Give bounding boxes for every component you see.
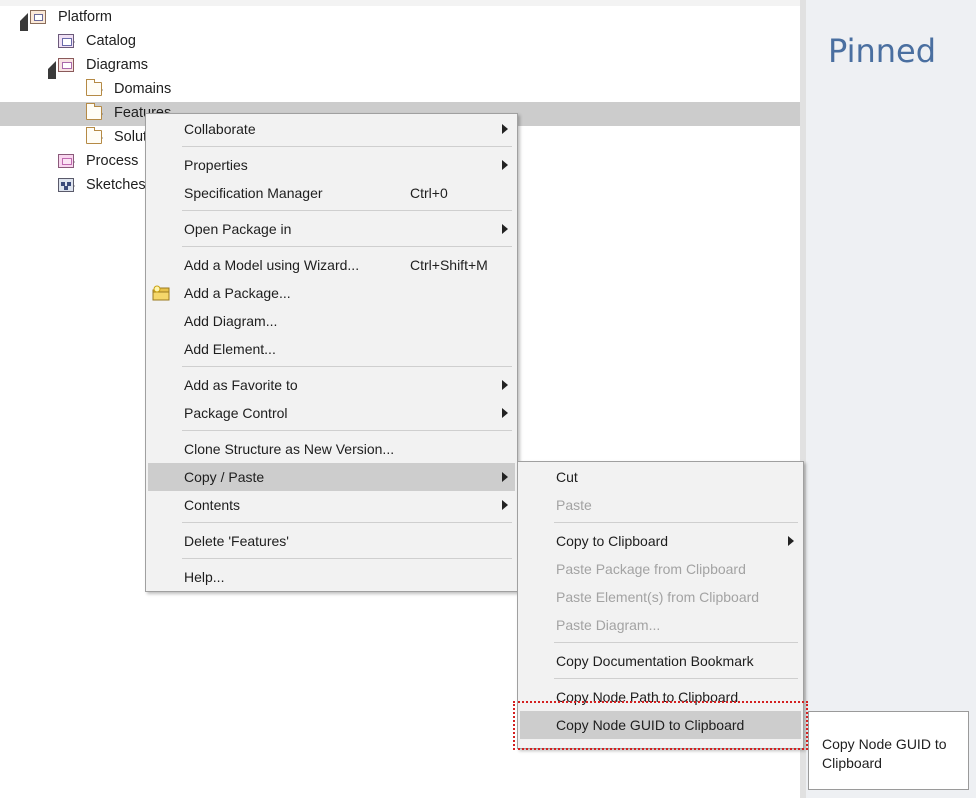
menu-item-contents[interactable]: Contents — [148, 491, 515, 519]
tree-item-diagrams[interactable]: Diagrams — [0, 54, 800, 79]
menu-item-properties[interactable]: Properties — [148, 151, 515, 179]
tooltip: Copy Node GUID to Clipboard — [808, 711, 969, 790]
process-package-icon — [58, 154, 74, 168]
menu-separator — [182, 558, 512, 559]
submenu-arrow-icon — [502, 160, 508, 170]
submenu-arrow-icon — [502, 124, 508, 134]
menu-item-cut[interactable]: Cut — [520, 463, 801, 491]
menu-item-label: Properties — [184, 157, 248, 173]
menu-item-label: Add as Favorite to — [184, 377, 298, 393]
menu-item-label: Add Element... — [184, 341, 276, 357]
tree-item-label: Catalog — [86, 33, 136, 49]
menu-item-label: Add a Model using Wizard... — [184, 257, 360, 273]
folder-icon — [86, 79, 102, 96]
menu-item-label: Package Control — [184, 405, 288, 421]
menu-separator — [182, 430, 512, 431]
menu-item-copy-to-clipboard[interactable]: Copy to Clipboard — [520, 527, 801, 555]
menu-item-add-a-package[interactable]: Add a Package... — [148, 279, 515, 307]
tree-item-label: Diagrams — [86, 57, 149, 73]
menu-separator — [182, 146, 512, 147]
menu-item-label: Add Diagram... — [184, 313, 278, 329]
pinned-title: Pinned — [828, 32, 937, 70]
menu-item-package-control[interactable]: Package Control — [148, 399, 515, 427]
menu-separator — [182, 210, 512, 211]
menu-item-paste-package-from-clipboard: Paste Package from Clipboard — [520, 555, 801, 583]
menu-separator — [182, 246, 512, 247]
tree-item-label: Process — [86, 153, 139, 169]
expanded-twisty-icon[interactable] — [40, 61, 56, 79]
menu-item-label: Copy / Paste — [184, 469, 265, 485]
menu-separator — [554, 678, 798, 679]
menu-item-add-diagram[interactable]: Add Diagram... — [148, 307, 515, 335]
tree-item-label: Domains — [114, 81, 172, 97]
menu-item-label: Specification Manager — [184, 185, 323, 201]
menu-item-label: Collaborate — [184, 121, 256, 137]
menu-item-shortcut: Ctrl+Shift+M — [410, 257, 488, 273]
submenu-arrow-icon — [502, 500, 508, 510]
menu-separator — [182, 366, 512, 367]
package-icon — [30, 10, 46, 24]
menu-item-collaborate[interactable]: Collaborate — [148, 115, 515, 143]
folder-icon — [86, 127, 102, 144]
menu-item-label: Add a Package... — [184, 285, 291, 301]
menu-item-label: Paste Element(s) from Clipboard — [556, 589, 760, 605]
context-menu: Collaborate Properties Specification Manag… — [145, 113, 518, 592]
menu-separator — [182, 522, 512, 523]
submenu-arrow-icon — [788, 536, 794, 546]
menu-item-paste: Paste — [520, 491, 801, 519]
tooltip-text: Copy Node GUID to Clipboard — [822, 736, 947, 771]
pinned-pane: Pinned — [806, 0, 976, 798]
menu-item-help[interactable]: Help... — [148, 563, 515, 591]
highlight-outline — [513, 701, 808, 750]
submenu-arrow-icon — [502, 472, 508, 482]
menu-item-shortcut: Ctrl+0 — [410, 185, 448, 201]
menu-item-copy-paste[interactable]: Copy / Paste — [148, 463, 515, 491]
menu-item-label: Paste Diagram... — [556, 617, 661, 633]
submenu-arrow-icon — [502, 380, 508, 390]
catalog-package-icon — [58, 34, 74, 48]
menu-item-delete-features[interactable]: Delete 'Features' — [148, 527, 515, 555]
tree-item-label: Sketches — [86, 177, 146, 193]
menu-item-open-package-in[interactable]: Open Package in — [148, 215, 515, 243]
tree-item-platform[interactable]: Platform — [0, 6, 800, 31]
menu-item-label: Open Package in — [184, 221, 292, 237]
menu-item-add-a-model-using-wizard[interactable]: Add a Model using Wizard... Ctrl+Shift+M — [148, 251, 515, 279]
menu-item-label: Contents — [184, 497, 241, 513]
submenu-arrow-icon — [502, 224, 508, 234]
menu-item-label: Cut — [556, 469, 578, 485]
folder-icon — [86, 103, 102, 120]
menu-item-label: Paste — [556, 497, 592, 513]
menu-item-label: Paste Package from Clipboard — [556, 561, 746, 577]
menu-item-label: Copy to Clipboard — [556, 533, 669, 549]
menu-item-add-element[interactable]: Add Element... — [148, 335, 515, 363]
menu-separator — [554, 522, 798, 523]
menu-separator — [554, 642, 798, 643]
expanded-twisty-icon[interactable] — [12, 13, 28, 31]
diagram-package-icon — [58, 58, 74, 72]
tree-item-catalog[interactable]: Catalog — [0, 30, 800, 54]
menu-item-label: Help... — [184, 569, 225, 585]
menu-item-label: Delete 'Features' — [184, 533, 289, 549]
menu-item-paste-element-s-from-clipboard: Paste Element(s) from Clipboard — [520, 583, 801, 611]
sketch-package-icon — [58, 178, 74, 192]
menu-item-paste-diagram: Paste Diagram... — [520, 611, 801, 639]
menu-item-copy-documentation-bookmark[interactable]: Copy Documentation Bookmark — [520, 647, 801, 675]
menu-item-specification-manager[interactable]: Specification Manager Ctrl+0 — [148, 179, 515, 207]
menu-item-add-as-favorite-to[interactable]: Add as Favorite to — [148, 371, 515, 399]
submenu-arrow-icon — [502, 408, 508, 418]
menu-item-label: Clone Structure as New Version... — [184, 441, 395, 457]
add-package-icon — [152, 285, 170, 301]
tree-item-domains[interactable]: Domains — [0, 78, 800, 102]
menu-item-clone-structure-as-new-version[interactable]: Clone Structure as New Version... — [148, 435, 515, 463]
tree-item-label: Platform — [58, 9, 112, 25]
menu-item-label: Copy Documentation Bookmark — [556, 653, 754, 669]
